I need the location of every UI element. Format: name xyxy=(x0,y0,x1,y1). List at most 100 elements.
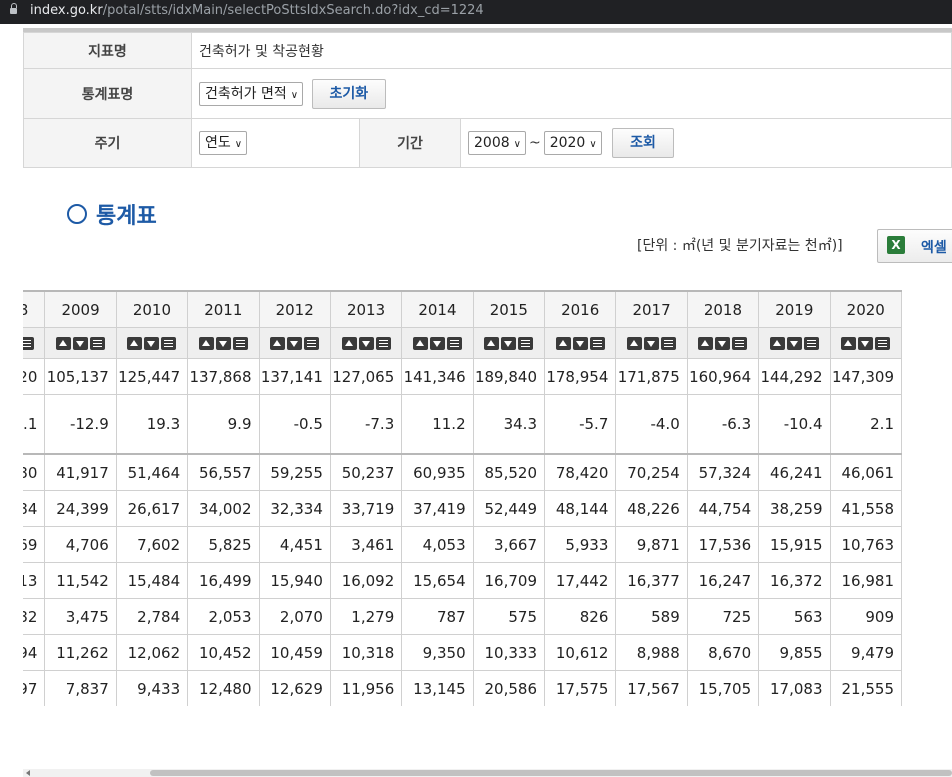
table-cell: 2,070 xyxy=(258,598,331,635)
table-name-select[interactable]: 건축허가 면적 ∨ xyxy=(199,81,304,106)
sort-controls xyxy=(44,327,117,359)
sort-menu-icon[interactable] xyxy=(161,337,177,350)
sort-ascending-icon[interactable] xyxy=(198,337,214,350)
period-to-select[interactable]: 2020 ∨ xyxy=(543,131,602,155)
sort-menu-icon[interactable] xyxy=(518,337,534,350)
period-from-select[interactable]: 2008 ∨ xyxy=(468,131,526,155)
sort-controls xyxy=(187,327,260,359)
sort-descending-icon[interactable] xyxy=(572,337,588,350)
table-cell: 51,464 xyxy=(115,453,189,491)
year-header: 2020 xyxy=(829,290,902,328)
period-separator: ~ xyxy=(528,135,541,151)
sort-menu-icon[interactable] xyxy=(446,337,462,350)
sort-descending-icon[interactable] xyxy=(215,337,231,350)
sort-ascending-icon[interactable] xyxy=(270,337,286,350)
table-cell: 9,855 xyxy=(758,634,831,671)
table-cell: 160,964 xyxy=(686,358,760,395)
sort-menu-icon[interactable] xyxy=(304,337,320,350)
table-cell: 10,333 xyxy=(472,634,546,671)
year-header: 2012 xyxy=(258,290,331,328)
sort-descending-icon[interactable] xyxy=(858,337,874,350)
table-cell: 20,586 xyxy=(472,670,546,706)
stats-table: 2008200920102011201220132014201520162017… xyxy=(23,290,902,706)
sort-ascending-icon[interactable] xyxy=(484,337,500,350)
sort-descending-icon[interactable] xyxy=(287,337,303,350)
sort-controls xyxy=(401,327,474,359)
sort-menu-icon[interactable] xyxy=(875,337,891,350)
table-cell: 3,969 xyxy=(23,526,46,563)
table-cell: 13,594 xyxy=(23,634,46,671)
sort-menu-icon[interactable] xyxy=(661,337,677,350)
sort-ascending-icon[interactable] xyxy=(698,337,714,350)
table-cell: 4,706 xyxy=(44,526,117,563)
sort-descending-icon[interactable] xyxy=(358,337,374,350)
table-cell: 7,602 xyxy=(115,526,189,563)
sort-menu-icon[interactable] xyxy=(375,337,391,350)
sort-menu-icon[interactable] xyxy=(732,337,748,350)
sort-ascending-icon[interactable] xyxy=(341,337,357,350)
cycle-cell: 연도 ∨ xyxy=(191,118,360,168)
sort-ascending-icon[interactable] xyxy=(555,337,571,350)
cycle-select[interactable]: 연도 ∨ xyxy=(199,131,248,155)
url-text[interactable]: index.go.kr/potal/stts/idxMain/selectPoS… xyxy=(30,0,484,22)
table-cell: 4,053 xyxy=(401,526,474,563)
sort-controls xyxy=(329,327,403,359)
sort-descending-icon[interactable] xyxy=(786,337,802,350)
table-cell: 19.3 xyxy=(115,394,189,455)
sort-ascending-icon[interactable] xyxy=(841,337,857,350)
search-button[interactable]: 조회 xyxy=(612,128,674,158)
sort-menu-icon[interactable] xyxy=(90,337,106,350)
table-cell: 24,399 xyxy=(44,490,117,527)
table-cell: 10,612 xyxy=(543,634,617,671)
sort-descending-icon[interactable] xyxy=(715,337,731,350)
sort-descending-icon[interactable] xyxy=(73,337,89,350)
sort-descending-icon[interactable] xyxy=(429,337,445,350)
table-cell: 34,002 xyxy=(187,490,260,527)
table-cell: 2.1 xyxy=(829,394,902,455)
chevron-down-icon: ∨ xyxy=(589,139,597,150)
stats-table-container[interactable]: 2008200920102011201220132014201520162017… xyxy=(23,290,952,706)
sort-ascending-icon[interactable] xyxy=(769,337,785,350)
scroll-left-icon[interactable] xyxy=(26,770,30,776)
address-bar[interactable]: index.go.kr/potal/stts/idxMain/selectPoS… xyxy=(0,0,952,24)
sort-ascending-icon[interactable] xyxy=(56,337,72,350)
table-cell: 17,575 xyxy=(543,670,617,706)
table-cell: 15,654 xyxy=(401,562,474,599)
table-cell: 141,346 xyxy=(401,358,474,395)
table-cell: 12,062 xyxy=(115,634,189,671)
table-cell: 10,459 xyxy=(258,634,331,671)
scrollbar-thumb[interactable] xyxy=(150,770,952,776)
table-cell: 34.3 xyxy=(472,394,546,455)
horizontal-scrollbar[interactable] xyxy=(23,769,952,777)
table-cell: 10,763 xyxy=(829,526,902,563)
sort-ascending-icon[interactable] xyxy=(627,337,643,350)
sort-descending-icon[interactable] xyxy=(644,337,660,350)
sort-menu-icon[interactable] xyxy=(589,337,605,350)
sort-menu-icon[interactable] xyxy=(232,337,248,350)
reset-button[interactable]: 초기화 xyxy=(311,78,387,109)
sort-menu-icon[interactable] xyxy=(803,337,819,350)
year-header: 2013 xyxy=(329,290,403,328)
sort-controls xyxy=(258,327,331,359)
table-cell: 38,259 xyxy=(758,490,831,527)
sort-ascending-icon[interactable] xyxy=(127,337,143,350)
table-cell: 7,837 xyxy=(44,670,117,706)
period-cell: 2008 ∨ ~2020 ∨ 조회 xyxy=(460,118,952,168)
table-cell: 17,567 xyxy=(615,670,688,706)
sort-descending-icon[interactable] xyxy=(144,337,160,350)
table-row: 1,8823,4752,7842,0532,0701,2797875758265… xyxy=(23,598,902,635)
year-header: 2011 xyxy=(187,290,260,328)
table-cell: 137,141 xyxy=(258,358,331,395)
sort-descending-icon[interactable] xyxy=(501,337,517,350)
sort-menu-icon[interactable] xyxy=(23,337,34,350)
table-cell: -0.5 xyxy=(258,394,331,455)
table-cell: 11.2 xyxy=(401,394,474,455)
table-cell: 16,709 xyxy=(472,562,546,599)
sort-ascending-icon[interactable] xyxy=(412,337,428,350)
table-cell: 16,981 xyxy=(829,562,902,599)
table-cell: 46,241 xyxy=(758,453,831,491)
excel-download-button[interactable]: X 엑셀 xyxy=(877,229,952,263)
table-cell: 70,254 xyxy=(615,453,688,491)
sort-controls xyxy=(615,327,688,359)
table-row: 120,720105,137125,447137,868137,141127,0… xyxy=(23,358,902,395)
